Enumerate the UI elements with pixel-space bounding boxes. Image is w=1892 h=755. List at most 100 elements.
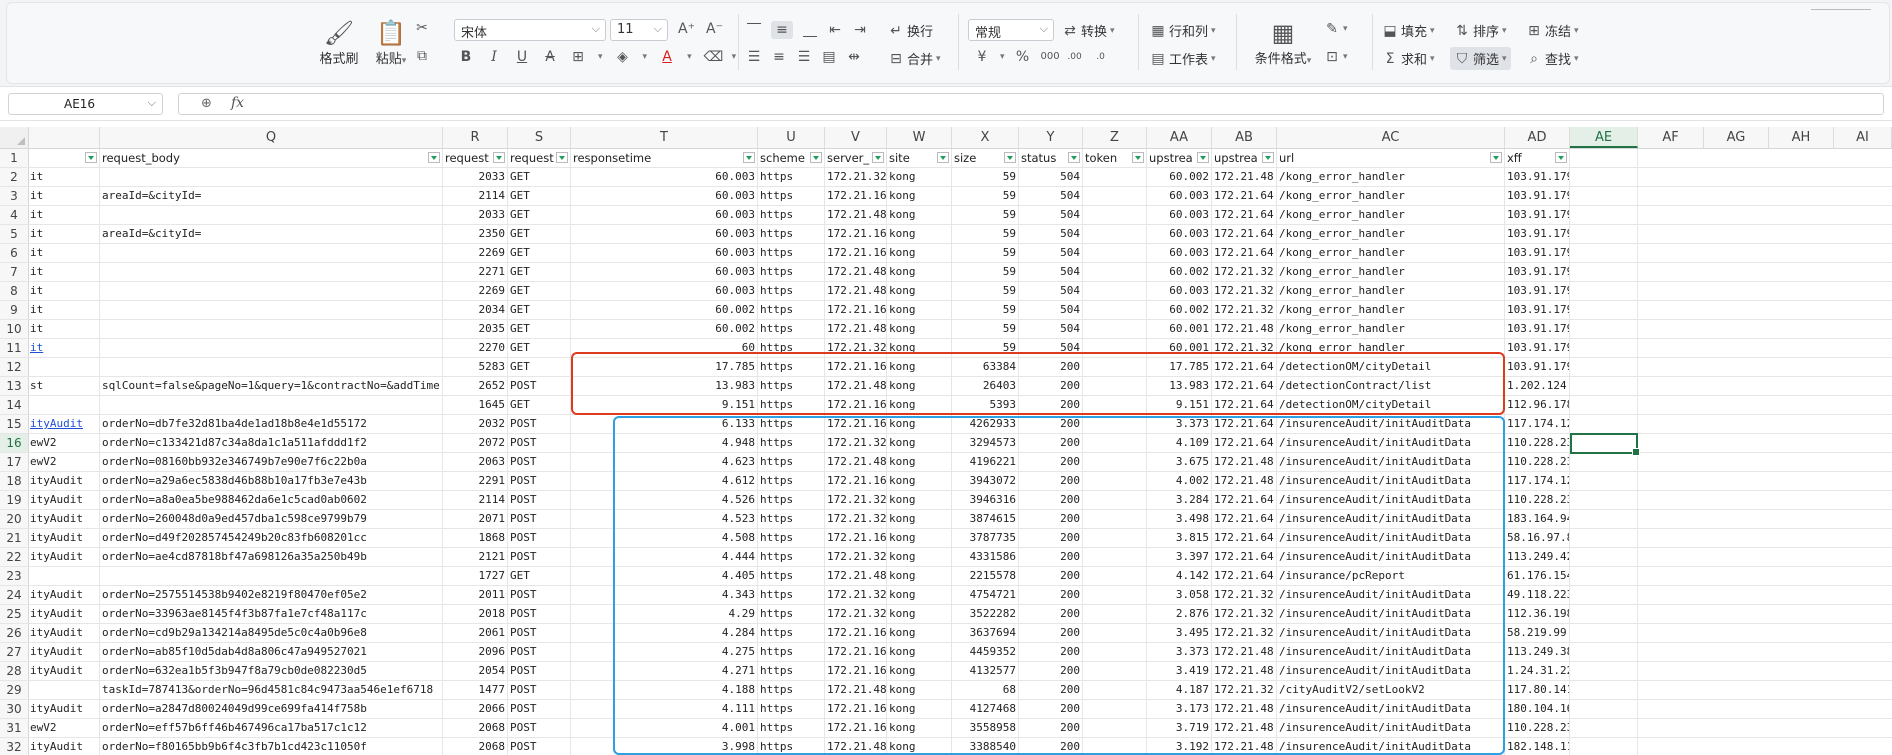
cell-ae[interactable] (1570, 472, 1638, 490)
number-format-select[interactable]: 常规 ⌵ (968, 19, 1054, 41)
cell-y[interactable]: 200 (1019, 377, 1083, 395)
cell-s[interactable]: POST (508, 738, 571, 755)
cell-ad[interactable]: 110.228.233.130 (1505, 434, 1570, 452)
cell-ad[interactable]: 49.118.223.199 (1505, 586, 1570, 604)
cell-y[interactable]: 504 (1019, 244, 1083, 262)
strikethrough-icon[interactable]: A (542, 49, 558, 65)
cell-ac[interactable]: /insurenceAudit/initAuditData (1277, 605, 1505, 623)
cell-x[interactable]: 4196221 (952, 453, 1019, 471)
cell-w[interactable]: kong (887, 225, 952, 243)
cell-u[interactable]: https (758, 263, 825, 281)
sum-button[interactable]: Σ 求和 ▾ (1382, 49, 1435, 69)
cell-y[interactable]: 504 (1019, 168, 1083, 186)
cell-ad[interactable]: 61.176.154.216 (1505, 567, 1570, 585)
cell-z[interactable] (1083, 377, 1147, 395)
header-cell[interactable]: url (1277, 149, 1505, 167)
cell-ad[interactable]: 103.91.179.114 (1505, 187, 1570, 205)
cell-ac[interactable]: /insurenceAudit/initAuditData (1277, 434, 1505, 452)
cell-u[interactable]: https (758, 548, 825, 566)
cell-y[interactable]: 504 (1019, 225, 1083, 243)
cell-p[interactable]: ewV2 (28, 434, 100, 452)
row-number[interactable]: 27 (0, 643, 29, 661)
cell-t[interactable]: 4.284 (571, 624, 758, 642)
spreadsheet-grid[interactable]: Q R S T U V W X Y Z AA AB AC AD AE AF AG AH AI 1 request_bo… (0, 127, 1892, 755)
cell-ad[interactable]: 103.91.179.114 (1505, 282, 1570, 300)
cell-t[interactable]: 60.003 (571, 263, 758, 281)
cell-v[interactable]: 172.21.32 (825, 586, 887, 604)
cell-ab[interactable]: 172.21.32 (1212, 301, 1277, 319)
cell-z[interactable] (1083, 263, 1147, 281)
cell-z[interactable] (1083, 624, 1147, 642)
cell-y[interactable]: 200 (1019, 415, 1083, 433)
cell-x[interactable]: 3943072 (952, 472, 1019, 490)
cell-w[interactable]: kong (887, 434, 952, 452)
cell-ab[interactable]: 172.21.64 (1212, 529, 1277, 547)
rows-cols-button[interactable]: ▦ 行和列 ▾ (1150, 21, 1215, 41)
cell-s[interactable]: GET (508, 301, 571, 319)
cell-w[interactable]: kong (887, 510, 952, 528)
cell-ab[interactable]: 172.21.48 (1212, 738, 1277, 755)
cell-ad[interactable]: 112.36.198.118 (1505, 605, 1570, 623)
cell-w[interactable]: kong (887, 586, 952, 604)
cell-aa[interactable]: 3.397 (1147, 548, 1212, 566)
cell-ae[interactable] (1570, 377, 1638, 395)
cell-x[interactable]: 59 (952, 320, 1019, 338)
cell-ad[interactable]: 103.91.179.114 (1505, 339, 1570, 357)
row-number[interactable]: 30 (0, 700, 29, 718)
cell-q[interactable]: orderNo=a29a6ec5838d46b88b10a17fb3e7e43b (100, 472, 443, 490)
cell-t[interactable]: 6.133 (571, 415, 758, 433)
cell-u[interactable]: https (758, 643, 825, 661)
font-color-icon[interactable]: A (659, 49, 675, 65)
cell-z[interactable] (1083, 415, 1147, 433)
cell-x[interactable]: 2215578 (952, 567, 1019, 585)
cell-q[interactable] (100, 396, 443, 414)
column-header-T[interactable]: T (571, 127, 758, 148)
clear-format-icon[interactable]: ⌫ (704, 49, 724, 65)
row-number[interactable]: 32 (0, 738, 29, 755)
cell-y[interactable]: 200 (1019, 605, 1083, 623)
cell-aa[interactable]: 3.058 (1147, 586, 1212, 604)
cell-aa[interactable]: 4.187 (1147, 681, 1212, 699)
cell-x[interactable]: 3558958 (952, 719, 1019, 737)
cell-w[interactable]: kong (887, 396, 952, 414)
header-cell[interactable]: upstrea (1212, 149, 1277, 167)
cell-r[interactable]: 2011 (443, 586, 508, 604)
cell-r[interactable]: 2121 (443, 548, 508, 566)
cell-q[interactable]: orderNo=33963ae8145f4f3b87fa1e7cf48a117c (100, 605, 443, 623)
cell-z[interactable] (1083, 320, 1147, 338)
bold-icon[interactable]: B (458, 49, 474, 65)
cell-r[interactable]: 2063 (443, 453, 508, 471)
cell-p[interactable]: it (28, 168, 100, 186)
cell-ae[interactable] (1570, 263, 1638, 281)
cell-u[interactable]: https (758, 320, 825, 338)
cell-ab[interactable]: 172.21.48 (1212, 168, 1277, 186)
cell-u[interactable]: https (758, 586, 825, 604)
cell-ae[interactable] (1570, 206, 1638, 224)
filter-dropdown-icon[interactable] (810, 152, 822, 163)
cell-ad[interactable]: 117.80.141.15 (1505, 681, 1570, 699)
column-header-X[interactable]: X (952, 127, 1019, 148)
cell-t[interactable]: 4.111 (571, 700, 758, 718)
cell-ae[interactable] (1570, 529, 1638, 547)
cell-p[interactable]: it (28, 339, 100, 357)
cell-q[interactable] (100, 301, 443, 319)
filter-dropdown-icon[interactable] (1004, 152, 1016, 163)
header-cell[interactable]: site (887, 149, 952, 167)
cell-u[interactable]: https (758, 700, 825, 718)
cell-y[interactable]: 200 (1019, 586, 1083, 604)
cell-z[interactable] (1083, 396, 1147, 414)
cell-v[interactable]: 172.21.16 (825, 225, 887, 243)
filter-dropdown-icon[interactable] (1262, 152, 1274, 163)
cell-v[interactable]: 172.21.16 (825, 529, 887, 547)
cell-ac[interactable]: /kong_error_handler (1277, 339, 1505, 357)
cell-ae[interactable] (1570, 415, 1638, 433)
cell-p[interactable]: ityAudit (28, 662, 100, 680)
cell-z[interactable] (1083, 225, 1147, 243)
cell-r[interactable]: 2035 (443, 320, 508, 338)
column-header-AG[interactable]: AG (1704, 127, 1769, 148)
cell-x[interactable]: 59 (952, 206, 1019, 224)
cell-x[interactable]: 59 (952, 168, 1019, 186)
cell-v[interactable]: 172.21.48 (825, 453, 887, 471)
cell-u[interactable]: https (758, 491, 825, 509)
row-number[interactable]: 11 (0, 339, 29, 357)
